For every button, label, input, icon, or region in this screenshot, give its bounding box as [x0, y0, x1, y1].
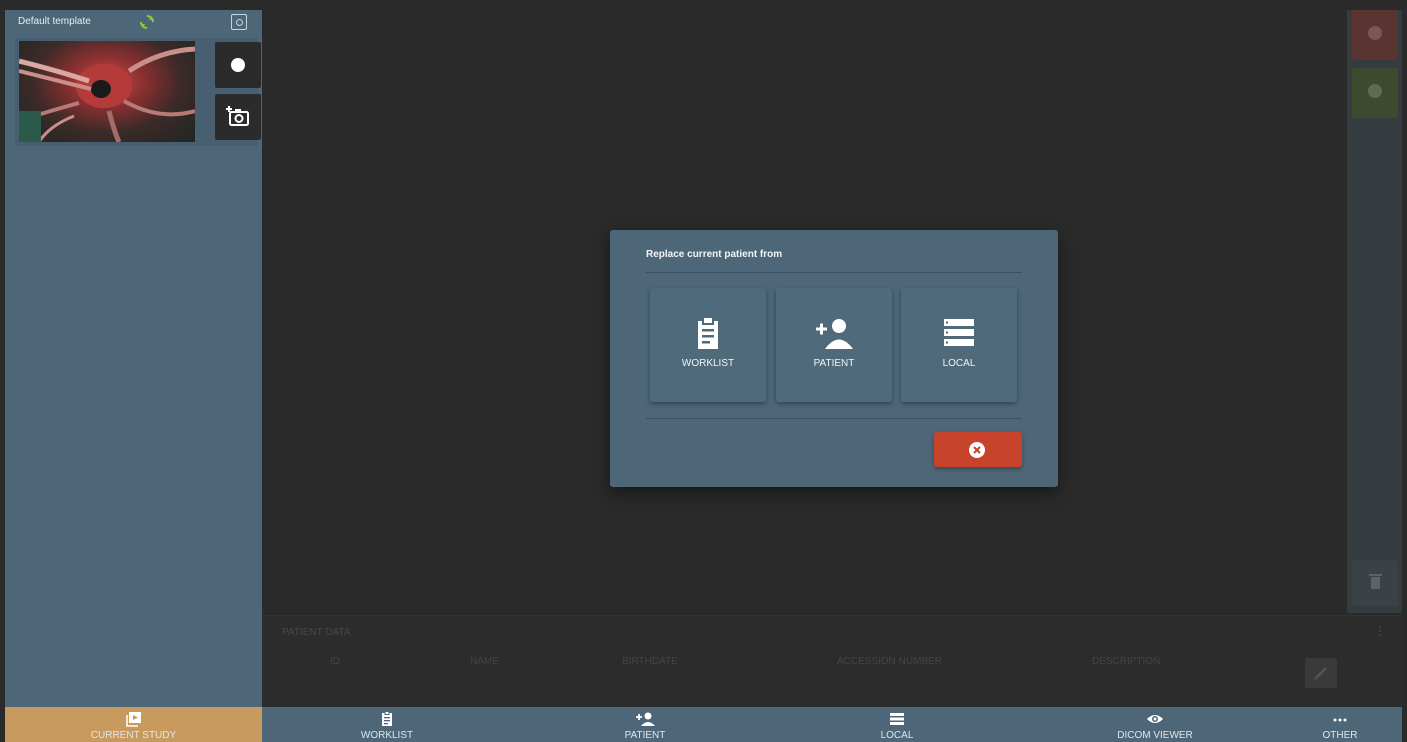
nav-label: CURRENT STUDY	[90, 730, 177, 741]
patient-data-title: PATIENT DATA	[282, 627, 351, 638]
option-patient-button[interactable]: PATIENT	[776, 288, 892, 402]
sync-icon[interactable]	[139, 14, 155, 30]
nav-label: DICOM VIEWER	[1117, 730, 1193, 741]
nav-other[interactable]: OTHER	[1305, 707, 1375, 742]
column-header: NAME	[470, 656, 499, 667]
edit-patient-button[interactable]	[1305, 658, 1337, 688]
template-panel: Default template	[5, 10, 262, 707]
close-icon	[1368, 26, 1382, 40]
column-header: ACCESSION NUMBER	[837, 656, 943, 667]
option-label: WORKLIST	[681, 358, 735, 369]
template-name: Default template	[18, 16, 91, 27]
nav-label: WORKLIST	[360, 730, 414, 741]
list-icon	[890, 713, 904, 725]
capture-thumbnail[interactable]	[19, 41, 195, 142]
snapshot-button[interactable]	[215, 94, 261, 140]
nav-label: OTHER	[1322, 730, 1358, 741]
nav-patient[interactable]: PATIENT	[585, 707, 705, 742]
nav-current-study[interactable]: CURRENT STUDY	[5, 707, 262, 742]
replace-patient-dialog: Replace current patient from WORKLIST PA…	[610, 230, 1058, 487]
template-header: Default template	[5, 10, 262, 36]
eye-icon	[1147, 715, 1163, 723]
column-header: BIRTHDATE	[622, 656, 678, 667]
patient-data-panel: PATIENT DATA ⋮ ID NAME BIRTHDATE ACCESSI…	[262, 615, 1402, 707]
more-icon	[1333, 718, 1347, 722]
dialog-title: Replace current patient from	[646, 249, 783, 260]
nav-label: PATIENT	[624, 730, 666, 741]
divider	[646, 418, 1022, 419]
nav-worklist[interactable]: WORKLIST	[327, 707, 447, 742]
cancel-button[interactable]	[934, 432, 1022, 467]
bottom-navigation: CURRENT STUDY WORKLIST PATIENT LOCAL DIC…	[5, 707, 1402, 742]
rail-delete-button[interactable]	[1352, 10, 1398, 60]
patient-columns: ID NAME BIRTHDATE ACCESSION NUMBER DESCR…	[262, 656, 1312, 672]
camera-plus-icon	[226, 106, 249, 126]
nav-dicom-viewer[interactable]: DICOM VIEWER	[1090, 707, 1220, 742]
add-person-icon	[636, 712, 655, 726]
rail-trash-button[interactable]	[1352, 560, 1398, 606]
option-worklist-button[interactable]: WORKLIST	[650, 288, 766, 402]
record-button[interactable]	[215, 42, 261, 88]
rail-confirm-button[interactable]	[1352, 68, 1398, 118]
current-study-icon	[125, 712, 141, 727]
option-local-button[interactable]: LOCAL	[901, 288, 1017, 402]
clipboard-icon	[698, 316, 718, 349]
storage-list-icon	[944, 319, 974, 346]
nav-label: LOCAL	[880, 730, 914, 741]
add-person-icon	[816, 319, 853, 349]
option-label: LOCAL	[942, 358, 976, 369]
divider	[646, 272, 1022, 273]
capture-card	[15, 38, 261, 146]
clipboard-icon	[382, 711, 392, 726]
column-header: DESCRIPTION	[1092, 656, 1161, 667]
option-label: PATIENT	[813, 358, 855, 369]
check-icon	[1368, 84, 1382, 98]
record-icon	[231, 58, 245, 72]
app-root: Default template PATIENT DATA ⋮ ID NAME …	[0, 0, 1407, 742]
template-settings-icon[interactable]	[231, 14, 247, 30]
pencil-icon	[1314, 667, 1327, 680]
trash-icon	[1369, 574, 1382, 589]
column-header: ID	[330, 656, 340, 667]
nav-local[interactable]: LOCAL	[837, 707, 957, 742]
more-vert-icon[interactable]: ⋮	[1374, 624, 1386, 638]
close-circle-icon	[969, 442, 985, 458]
